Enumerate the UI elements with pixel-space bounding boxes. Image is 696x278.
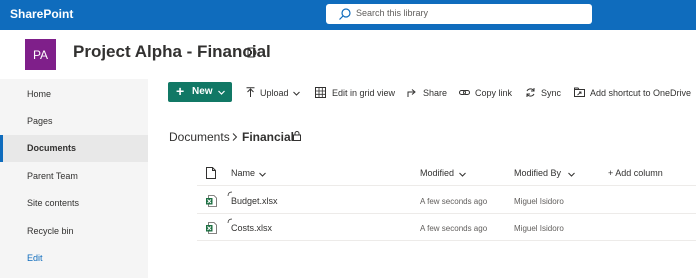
site-logo-initials: PA <box>32 47 49 62</box>
nav-item-label: Edit <box>27 253 43 263</box>
breadcrumb-current: Financial <box>242 130 295 144</box>
modified-date: A few seconds ago <box>420 197 488 206</box>
excel-file-icon <box>206 222 217 234</box>
table-header: Name Modified Modified By + Add column <box>197 160 696 186</box>
search-placeholder: Search this library <box>356 8 429 18</box>
chevron-down-icon <box>459 172 466 177</box>
site-title[interactable]: Project Alpha - Financial <box>73 42 271 62</box>
link-icon <box>459 90 470 95</box>
plus-icon: + <box>176 83 185 99</box>
grid-icon <box>315 87 326 98</box>
upload-icon <box>246 87 255 97</box>
modified-by[interactable]: Miguel Isidoro <box>514 224 564 233</box>
nav-item-label: Site contents <box>27 198 80 208</box>
nav-item-site-contents[interactable]: Site contents <box>0 190 148 217</box>
share-label: Share <box>423 88 448 98</box>
table-row[interactable]: Costs.xlsx A few seconds ago Miguel Isid… <box>197 214 696 241</box>
nav-item-documents[interactable]: Documents <box>0 135 148 162</box>
column-header-modified-by[interactable]: Modified By <box>514 168 561 178</box>
nav-item-label: Pages <box>27 116 53 126</box>
column-header-name[interactable]: Name <box>231 168 255 178</box>
add-shortcut-label: Add shortcut to OneDrive <box>590 88 692 98</box>
column-header-modified[interactable]: Modified <box>420 168 454 178</box>
share-icon <box>407 89 416 97</box>
suite-bar: SharePoint Search this library <box>0 0 696 30</box>
nav-item-home[interactable]: Home <box>0 81 148 108</box>
chevron-down-icon <box>218 90 225 95</box>
modified-by[interactable]: Miguel Isidoro <box>514 197 564 206</box>
search-box[interactable]: Search this library <box>326 4 592 24</box>
site-header: PA Project Alpha - Financial <box>0 30 696 78</box>
nav-item-label: Parent Team <box>27 171 78 181</box>
chevron-down-icon <box>293 91 300 96</box>
sync-label: Sync <box>541 88 562 98</box>
nav-item-parent-team[interactable]: Parent Team <box>0 163 148 190</box>
chevron-right-icon <box>232 133 238 141</box>
file-type-icon[interactable] <box>206 167 216 179</box>
edit-grid-view-label: Edit in grid view <box>332 88 396 98</box>
shortcut-icon <box>574 87 585 97</box>
nav-edit-link[interactable]: Edit <box>0 245 148 272</box>
chevron-down-icon <box>259 172 266 177</box>
app-name[interactable]: SharePoint <box>10 7 73 21</box>
nav-item-label: Recycle bin <box>27 226 74 236</box>
new-button[interactable]: + New <box>168 82 232 102</box>
file-name[interactable]: Budget.xlsx <box>231 196 278 206</box>
nav-item-pages[interactable]: Pages <box>0 108 148 135</box>
left-navigation: Home Pages Documents Parent Team Site co… <box>0 79 148 278</box>
add-column-button[interactable]: + Add column <box>608 168 663 178</box>
sync-icon <box>526 88 535 97</box>
site-logo[interactable]: PA <box>25 39 56 70</box>
nav-item-label: Home <box>27 89 52 99</box>
speaker-icon[interactable] <box>247 47 258 58</box>
breadcrumb-documents[interactable]: Documents <box>169 130 230 144</box>
modified-date: A few seconds ago <box>420 224 488 233</box>
nav-item-recycle-bin[interactable]: Recycle bin <box>0 218 148 245</box>
excel-file-icon <box>206 195 217 207</box>
upload-label: Upload <box>260 88 289 98</box>
chevron-down-icon <box>568 172 575 177</box>
table-row[interactable]: Budget.xlsx A few seconds ago Miguel Isi… <box>197 187 696 214</box>
nav-item-label: Documents <box>27 143 77 153</box>
command-bar: + New Upload Edit in grid view Share Cop… <box>148 79 696 107</box>
copy-link-label: Copy link <box>475 88 513 98</box>
lock-icon <box>293 131 301 141</box>
search-icon <box>339 8 351 20</box>
file-name[interactable]: Costs.xlsx <box>231 223 272 233</box>
new-button-label: New <box>192 86 213 97</box>
